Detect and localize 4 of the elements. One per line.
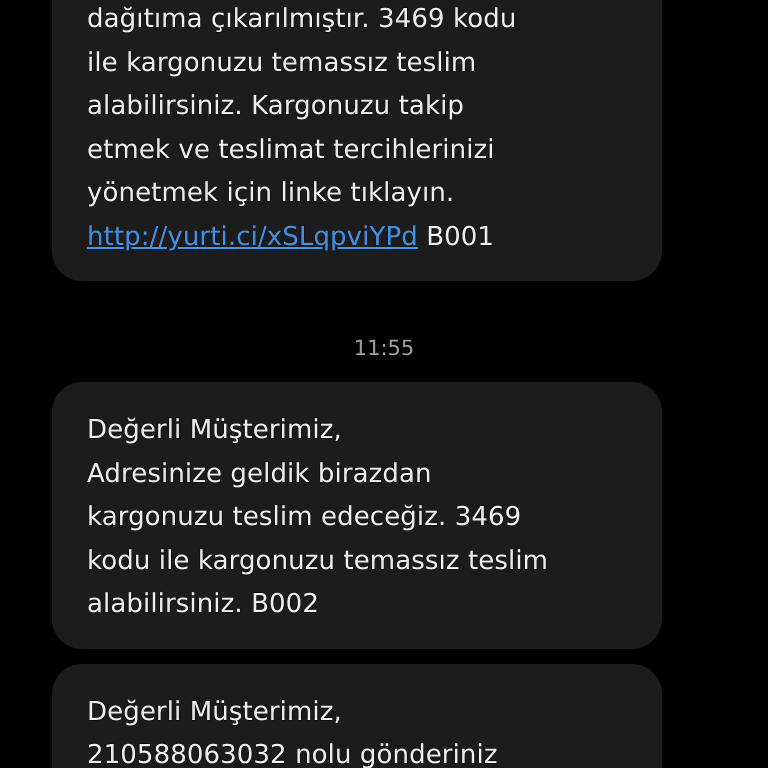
message-text: Değerli Müşterimiz, Adresinize geldik birazdan kargonuzu teslim edeceğiz. 3469 kodu ile kargonuzu temassız teslim alabilirsiniz. B002 (87, 414, 550, 621)
message-link[interactable]: http://yurti.ci/xSLqpviYPd (87, 222, 418, 252)
message-text: dağıtıma çıkarılmıştır. 3469 kodu ile kargonuzu temassız teslim alabilirsiniz. Kargonuzu takip etmek ve teslimat tercihlerinizi yönetmek için linke tıklayın. http://yurti.ci/xSLqpviYPd B001 (87, 3, 518, 254)
timestamp: 11:55 (354, 335, 414, 362)
